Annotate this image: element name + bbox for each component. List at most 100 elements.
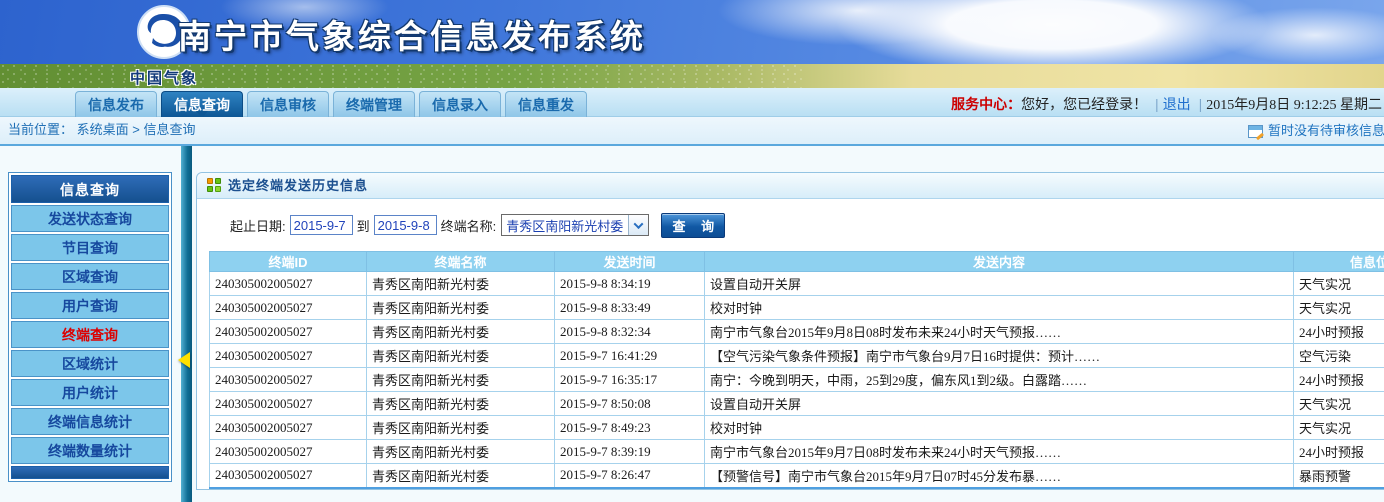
- sidebar-item-region-stats[interactable]: 区域统计: [11, 350, 169, 377]
- sidebar-item-terminal-count-stats[interactable]: 终端数量统计: [11, 437, 169, 464]
- sidebar-item-terminal-info-stats[interactable]: 终端信息统计: [11, 408, 169, 435]
- table-cell: 天气实况: [1294, 296, 1384, 320]
- table-header-row: 终端ID终端名称发送时间发送内容信息位: [210, 252, 1384, 272]
- table-cell: 暴雨预警: [1294, 464, 1384, 488]
- table-cell: 天气实况: [1294, 392, 1384, 416]
- terminal-select-value: 青秀区南阳新光村委: [502, 216, 628, 235]
- table-cell: 2015-9-7 8:50:08: [555, 392, 705, 416]
- table-row: 240305002005027青秀区南阳新光村委2015-9-8 8:32:34…: [210, 320, 1384, 344]
- tab-info-review[interactable]: 信息审核: [247, 91, 329, 117]
- table-row: 240305002005027青秀区南阳新光村委2015-9-7 8:39:19…: [210, 440, 1384, 464]
- table-cell: 24小时预报: [1294, 368, 1384, 392]
- sidebar-items: 发送状态查询节目查询区域查询用户查询终端查询区域统计用户统计终端信息统计终端数量…: [11, 205, 169, 464]
- table-cell: 青秀区南阳新光村委: [367, 440, 555, 464]
- breadcrumb-root-link[interactable]: 系统桌面: [77, 122, 129, 137]
- collapse-sidebar-arrow-icon[interactable]: [170, 352, 190, 368]
- table-cell: 240305002005027: [210, 296, 367, 320]
- breadcrumb-separator: >: [132, 122, 140, 137]
- sidebar-item-program-query[interactable]: 节目查询: [11, 234, 169, 261]
- datetime-display: 2015年9月8日 9:12:25 星期二: [1206, 98, 1382, 113]
- review-notice: 暂时没有待审核信息: [1248, 118, 1384, 144]
- table-cell: 天气实况: [1294, 416, 1384, 440]
- table-cell: 青秀区南阳新光村委: [367, 464, 555, 488]
- to-label: 到: [357, 216, 370, 235]
- table-cell: 240305002005027: [210, 368, 367, 392]
- breadcrumb-label: 当前位置：: [8, 122, 73, 137]
- column-header: 发送时间: [555, 252, 705, 272]
- logout-link[interactable]: 退出: [1163, 96, 1191, 112]
- tab-info-query[interactable]: 信息查询: [161, 91, 243, 117]
- date-to-input[interactable]: [374, 215, 437, 235]
- sidebar-item-send-status-query[interactable]: 发送状态查询: [11, 205, 169, 232]
- table-cell: 2015-9-8 8:34:19: [555, 272, 705, 296]
- table-cell: 青秀区南阳新光村委: [367, 392, 555, 416]
- sidebar-title: 信息查询: [11, 175, 169, 203]
- table-cell: 240305002005027: [210, 320, 367, 344]
- sidebar: 信息查询 发送状态查询节目查询区域查询用户查询终端查询区域统计用户统计终端信息统…: [8, 172, 172, 482]
- table-cell: 2015-9-7 8:49:23: [555, 416, 705, 440]
- history-table-wrap: 终端ID终端名称发送时间发送内容信息位240305002005027青秀区南阳新…: [209, 251, 1384, 489]
- table-cell: 南宁市气象台2015年9月7日08时发布未来24小时天气预报……: [705, 440, 1294, 464]
- grid-icon: [207, 178, 222, 193]
- history-table: 终端ID终端名称发送时间发送内容信息位240305002005027青秀区南阳新…: [209, 251, 1384, 489]
- query-form: 起止日期: 到 终端名称: 青秀区南阳新光村委 查 询: [197, 199, 1384, 251]
- table-cell: 青秀区南阳新光村委: [367, 296, 555, 320]
- table-cell: 2015-9-8 8:33:49: [555, 296, 705, 320]
- tab-info-publish[interactable]: 信息发布: [75, 91, 157, 117]
- table-row: 240305002005027青秀区南阳新光村委2015-9-7 8:26:47…: [210, 464, 1384, 488]
- table-cell: 南宁：今晚到明天，中雨，25到29度，偏东风1到2级。白露踏……: [705, 368, 1294, 392]
- sidebar-item-user-stats[interactable]: 用户统计: [11, 379, 169, 406]
- breadcrumb: 当前位置： 系统桌面 > 信息查询: [8, 117, 196, 143]
- select-dropdown-button[interactable]: [628, 215, 648, 235]
- service-center-label: 服务中心：: [951, 96, 1021, 112]
- table-cell: 240305002005027: [210, 440, 367, 464]
- nav-tabs: 信息发布信息查询信息审核终端管理信息录入信息重发: [75, 91, 587, 117]
- table-cell: 2015-9-8 8:32:34: [555, 320, 705, 344]
- review-notice-text: 暂时没有待审核信息: [1268, 118, 1384, 144]
- table-cell: 设置自动开关屏: [705, 392, 1294, 416]
- sidebar-item-user-query[interactable]: 用户查询: [11, 292, 169, 319]
- column-header: 终端ID: [210, 252, 367, 272]
- table-cell: 青秀区南阳新光村委: [367, 368, 555, 392]
- tab-info-resend[interactable]: 信息重发: [505, 91, 587, 117]
- sidebar-item-terminal-query[interactable]: 终端查询: [11, 321, 169, 348]
- panel-title: 选定终端发送历史信息: [228, 174, 368, 198]
- tab-info-entry[interactable]: 信息录入: [419, 91, 501, 117]
- table-cell: 24小时预报: [1294, 440, 1384, 464]
- table-cell: 青秀区南阳新光村委: [367, 320, 555, 344]
- table-row: 240305002005027青秀区南阳新光村委2015-9-8 8:33:49…: [210, 296, 1384, 320]
- table-cell: 校对时钟: [705, 416, 1294, 440]
- sidebar-item-region-query[interactable]: 区域查询: [11, 263, 169, 290]
- date-from-input[interactable]: [290, 215, 353, 235]
- nav-tabbar: 信息发布信息查询信息审核终端管理信息录入信息重发 服务中心：您好，您已经登录！ …: [0, 88, 1384, 117]
- table-row: 240305002005027青秀区南阳新光村委2015-9-7 8:49:23…: [210, 416, 1384, 440]
- table-cell: 24小时预报: [1294, 320, 1384, 344]
- date-range-label: 起止日期:: [230, 216, 286, 235]
- table-cell: 【空气污染气象条件预报】南宁市气象台9月7日16时提供：预计……: [705, 344, 1294, 368]
- content-area: 信息查询 发送状态查询节目查询区域查询用户查询终端查询区域统计用户统计终端信息统…: [0, 146, 1384, 502]
- table-cell: 240305002005027: [210, 464, 367, 488]
- query-button[interactable]: 查 询: [661, 213, 725, 238]
- table-cell: 2015-9-7 8:26:47: [555, 464, 705, 488]
- table-cell: 2015-9-7 16:41:29: [555, 344, 705, 368]
- service-bar: 服务中心：您好，您已经登录！ |退出 |2015年9月8日 9:12:25 星期…: [951, 94, 1382, 114]
- table-cell: 240305002005027: [210, 392, 367, 416]
- page-title: 南宁市气象综合信息发布系统: [178, 10, 646, 58]
- table-cell: 240305002005027: [210, 272, 367, 296]
- table-cell: 【预警信号】南宁市气象台2015年9月7日07时45分发布暴……: [705, 464, 1294, 488]
- table-cell: 240305002005027: [210, 416, 367, 440]
- panel-splitter[interactable]: [181, 146, 192, 502]
- terminal-select[interactable]: 青秀区南阳新光村委: [501, 214, 649, 236]
- column-header: 发送内容: [705, 252, 1294, 272]
- login-greeting: 您好，您已经登录！: [1021, 96, 1147, 112]
- table-cell: 2015-9-7 16:35:17: [555, 368, 705, 392]
- table-cell: 空气污染: [1294, 344, 1384, 368]
- table-cell: 青秀区南阳新光村委: [367, 344, 555, 368]
- table-row: 240305002005027青秀区南阳新光村委2015-9-7 8:50:08…: [210, 392, 1384, 416]
- logo-caption: 中国气象: [104, 67, 224, 88]
- table-row: 240305002005027青秀区南阳新光村委2015-9-7 16:35:1…: [210, 368, 1384, 392]
- chevron-down-icon: [634, 219, 644, 229]
- main-panel: 选定终端发送历史信息 起止日期: 到 终端名称: 青秀区南阳新光村委 查 询 终…: [196, 172, 1384, 490]
- table-cell: 2015-9-7 8:39:19: [555, 440, 705, 464]
- tab-terminal-mgmt[interactable]: 终端管理: [333, 91, 415, 117]
